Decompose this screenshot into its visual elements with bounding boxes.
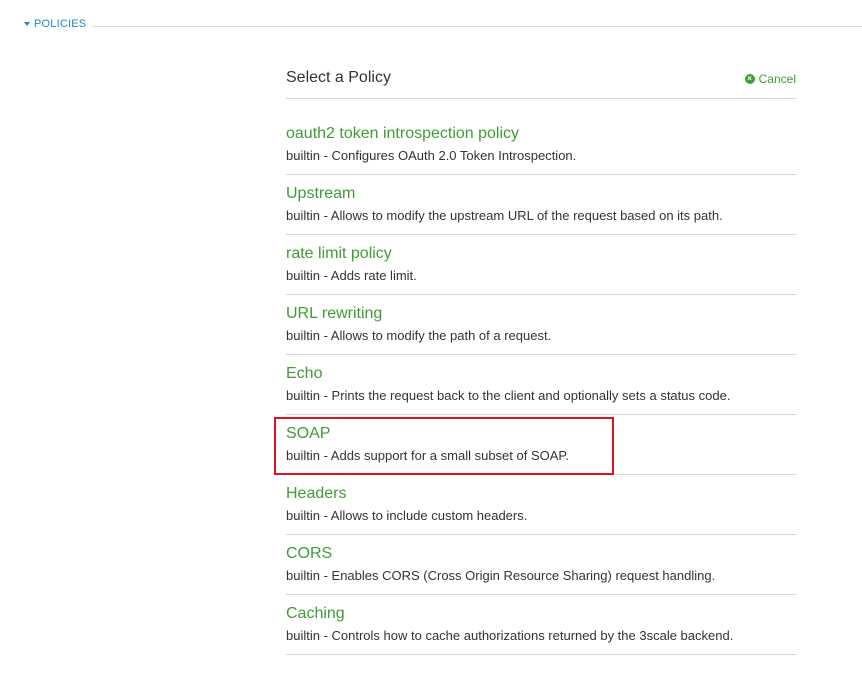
policy-item-caching[interactable]: Caching builtin - Controls how to cache … xyxy=(286,595,796,655)
policy-item-oauth2[interactable]: oauth2 token introspection policy builti… xyxy=(286,99,796,175)
caret-down-icon xyxy=(24,22,30,26)
policies-section-header: POLICIES xyxy=(0,18,862,34)
policy-item-echo[interactable]: Echo builtin - Prints the request back t… xyxy=(286,355,796,415)
policy-name-link[interactable]: oauth2 token introspection policy xyxy=(286,125,519,143)
policy-item-cors[interactable]: CORS builtin - Enables CORS (Cross Origi… xyxy=(286,535,796,595)
policy-description: builtin - Adds rate limit. xyxy=(286,268,417,283)
policy-name-link[interactable]: Caching xyxy=(286,605,345,623)
policy-name-link[interactable]: Echo xyxy=(286,365,322,383)
times-circle-icon: × xyxy=(744,74,755,84)
policy-description: builtin - Adds support for a small subse… xyxy=(286,448,570,463)
policy-description: builtin - Controls how to cache authoriz… xyxy=(286,628,734,643)
cancel-button[interactable]: × Cancel xyxy=(744,72,796,86)
policy-select-panel: Select a Policy × Cancel oauth2 token in… xyxy=(286,58,796,655)
policy-description: builtin - Prints the request back to the… xyxy=(286,388,731,403)
panel-header: Select a Policy × Cancel xyxy=(286,58,796,99)
section-divider xyxy=(90,26,862,27)
policy-item-rate-limit[interactable]: rate limit policy builtin - Adds rate li… xyxy=(286,235,796,295)
policy-name-link[interactable]: SOAP xyxy=(286,425,330,443)
policy-item-headers[interactable]: Headers builtin - Allows to include cust… xyxy=(286,475,796,535)
policy-item-url-rewriting[interactable]: URL rewriting builtin - Allows to modify… xyxy=(286,295,796,355)
policy-description: builtin - Allows to modify the path of a… xyxy=(286,328,552,343)
policies-toggle-label: POLICIES xyxy=(34,18,87,30)
policy-name-link[interactable]: Headers xyxy=(286,485,346,503)
policy-name-link[interactable]: rate limit policy xyxy=(286,245,392,263)
policy-list: oauth2 token introspection policy builti… xyxy=(286,99,796,655)
policy-description: builtin - Configures OAuth 2.0 Token Int… xyxy=(286,148,577,163)
policy-description: builtin - Enables CORS (Cross Origin Res… xyxy=(286,568,716,583)
cancel-label: Cancel xyxy=(758,72,796,86)
policy-name-link[interactable]: URL rewriting xyxy=(286,305,382,323)
policies-toggle[interactable]: POLICIES xyxy=(24,18,93,30)
panel-title: Select a Policy xyxy=(286,69,391,86)
policy-description: builtin - Allows to modify the upstream … xyxy=(286,208,723,223)
policy-name-link[interactable]: CORS xyxy=(286,545,332,563)
policy-item-soap[interactable]: SOAP builtin - Adds support for a small … xyxy=(286,415,796,475)
policy-description: builtin - Allows to include custom heade… xyxy=(286,508,528,523)
policy-name-link[interactable]: Upstream xyxy=(286,185,355,203)
policy-item-upstream[interactable]: Upstream builtin - Allows to modify the … xyxy=(286,175,796,235)
